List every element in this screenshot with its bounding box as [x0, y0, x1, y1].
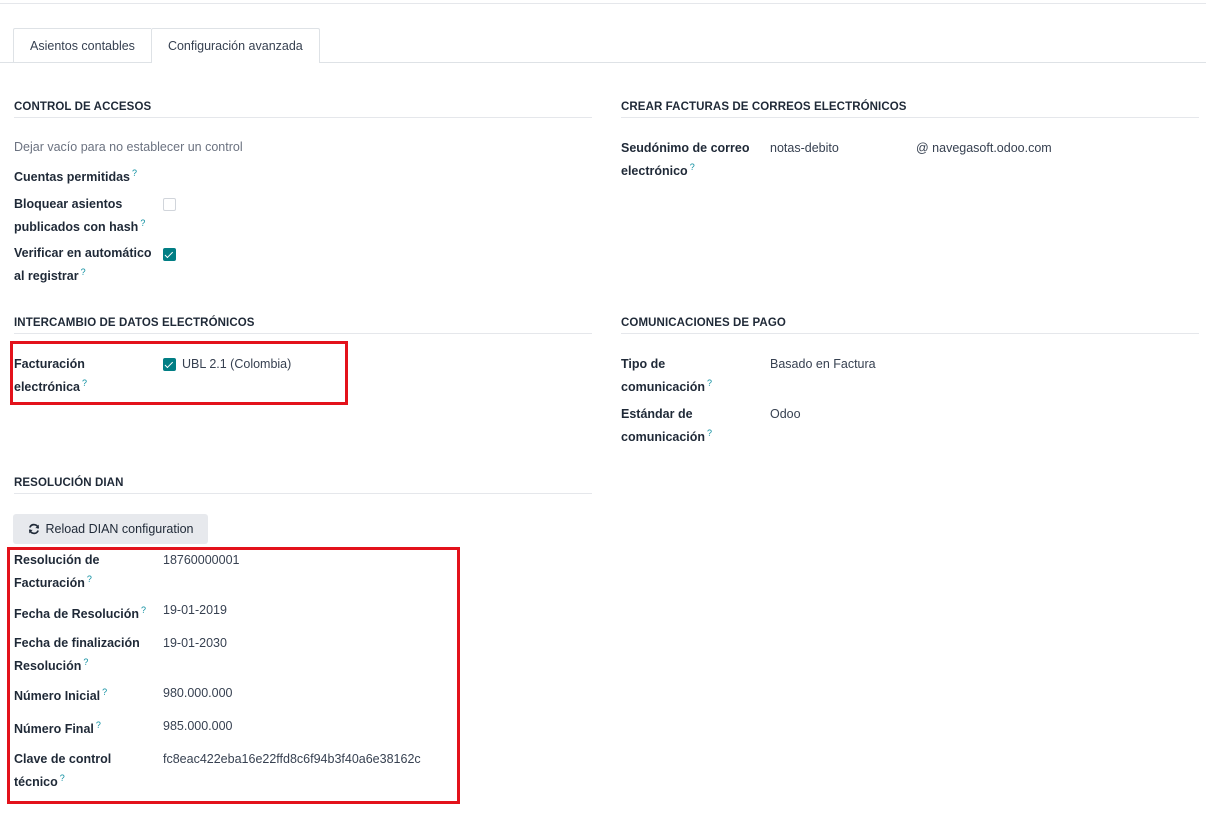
help-icon[interactable]: ?	[707, 378, 712, 388]
comm-type-select[interactable]: Basado en Factura	[770, 355, 876, 374]
lock-hash-checkbox[interactable]	[163, 198, 176, 211]
email-alias-input[interactable]: notas-debito	[770, 139, 839, 158]
help-icon[interactable]: ?	[81, 267, 86, 277]
reload-dian-label: Reload DIAN configuration	[45, 522, 194, 536]
comm-type-label: Tipo de comunicación?	[621, 357, 713, 395]
highlight-box-dian	[7, 547, 460, 804]
comm-standard-select[interactable]: Odoo	[770, 405, 801, 424]
help-icon[interactable]: ?	[140, 218, 145, 228]
section-title-payment-comm: COMUNICACIONES DE PAGO	[621, 317, 786, 329]
help-icon[interactable]: ?	[132, 168, 137, 178]
auto-verify-checkbox[interactable]	[163, 248, 176, 261]
access-hint: Dejar vacío para no establecer un contro…	[14, 140, 243, 154]
email-alias-domain: @ navegasoft.odoo.com	[916, 141, 1052, 155]
top-divider	[0, 3, 1206, 4]
reload-dian-button[interactable]: Reload DIAN configuration	[13, 514, 208, 544]
section-divider	[621, 117, 1199, 118]
section-divider	[14, 493, 592, 494]
section-title-access-control: CONTROL DE ACCESOS	[14, 101, 152, 113]
refresh-icon	[28, 523, 39, 535]
section-divider	[621, 333, 1199, 334]
section-divider	[14, 333, 592, 334]
section-title-dian: RESOLUCIÓN DIAN	[14, 477, 124, 489]
allowed-accounts-label: Cuentas permitidas?	[14, 168, 138, 185]
notebook-tabs: Asientos contables Configuración avanzad…	[13, 28, 320, 63]
tab-configuracion-avanzada[interactable]: Configuración avanzada	[150, 28, 320, 63]
email-alias-label: Seudónimo de correo electrónico?	[621, 141, 750, 179]
highlight-box-einvoice	[10, 341, 348, 405]
auto-verify-label: Verificar en automático al registrar?	[14, 246, 152, 284]
help-icon[interactable]: ?	[690, 162, 695, 172]
section-divider	[14, 117, 592, 118]
tab-asientos-contables[interactable]: Asientos contables	[13, 28, 151, 63]
section-title-edi: INTERCAMBIO DE DATOS ELECTRÓNICOS	[14, 317, 255, 329]
comm-standard-label: Estándar de comunicación?	[621, 407, 713, 445]
section-title-email-invoices: CREAR FACTURAS DE CORREOS ELECTRÓNICOS	[621, 101, 907, 113]
help-icon[interactable]: ?	[707, 428, 712, 438]
lock-hash-label: Bloquear asientos publicados con hash?	[14, 197, 146, 235]
